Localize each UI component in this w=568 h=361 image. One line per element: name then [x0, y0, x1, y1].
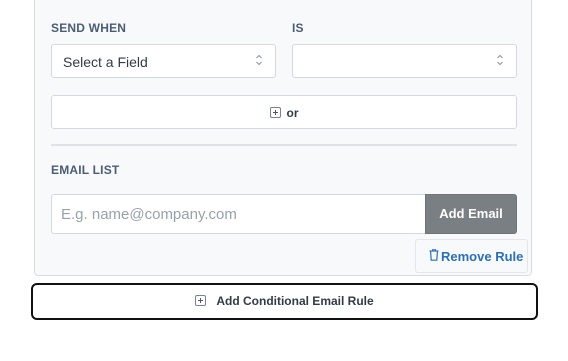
add-rule-label: Add Conditional Email Rule: [216, 294, 374, 308]
email-input[interactable]: [51, 194, 425, 234]
up-down-caret-icon: [497, 54, 503, 66]
add-or-condition-button[interactable]: or: [51, 95, 517, 129]
is-label: IS: [292, 21, 304, 35]
send-when-label: SEND WHEN: [51, 21, 127, 35]
plus-box-icon: [195, 295, 207, 306]
trash-icon: [429, 249, 439, 261]
field-select[interactable]: Select a Field: [51, 44, 276, 78]
conditional-email-rule-card: SEND WHEN IS Select a Field or EMAIL LIS…: [34, 0, 532, 276]
add-email-button[interactable]: Add Email: [425, 194, 517, 234]
remove-rule-label: Remove Rule: [441, 249, 524, 264]
section-divider: [51, 144, 517, 146]
plus-box-icon: [269, 107, 281, 118]
field-select-value: Select a Field: [63, 54, 148, 70]
remove-rule-button[interactable]: Remove Rule: [415, 239, 528, 273]
or-label: or: [286, 106, 299, 120]
email-list-label: EMAIL LIST: [51, 163, 120, 177]
value-select[interactable]: [292, 44, 517, 78]
up-down-caret-icon: [256, 54, 262, 66]
add-conditional-email-rule-button[interactable]: Add Conditional Email Rule: [31, 283, 538, 320]
